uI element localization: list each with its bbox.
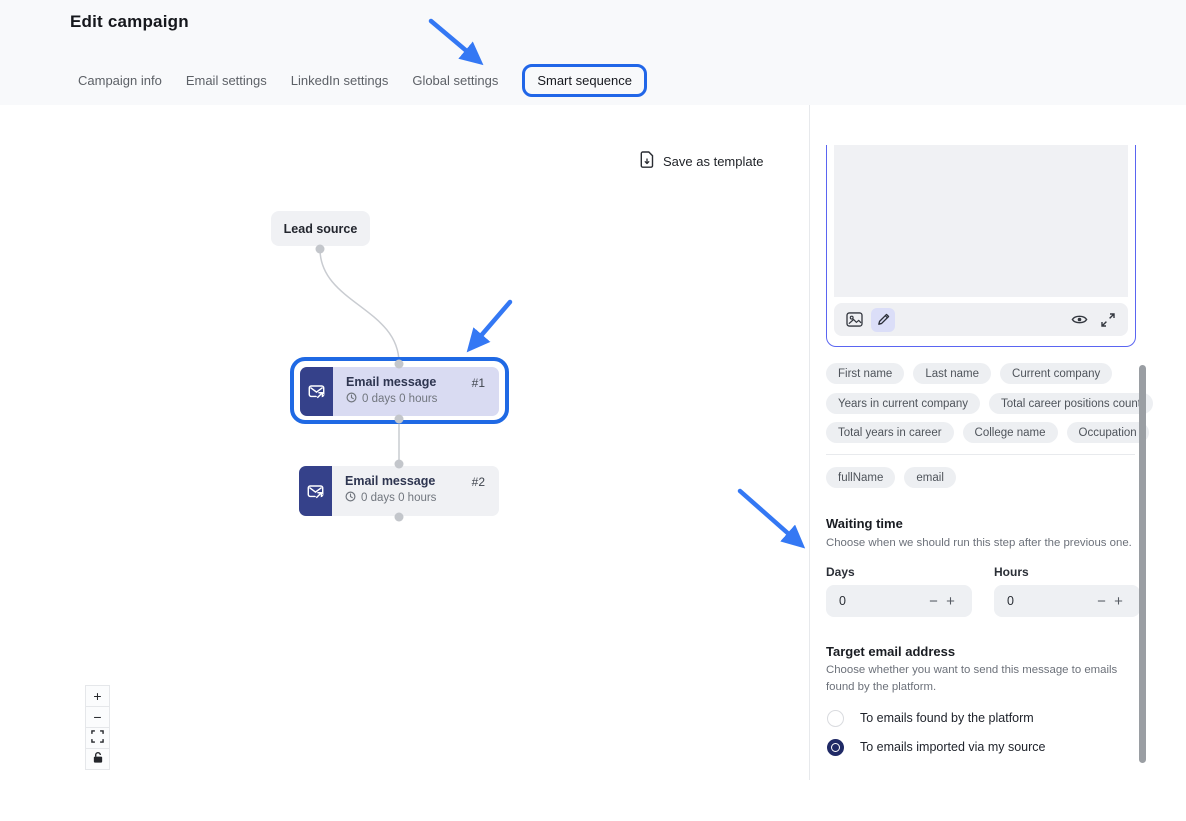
page-title: Edit campaign [70,12,189,32]
insert-image-button[interactable] [842,308,866,332]
step-node-body: Email message 0 days 0 hours #2 [332,466,499,516]
clock-icon [345,491,356,505]
hours-value: 0 [1007,594,1093,608]
panel-divider [809,105,810,780]
variable-chip[interactable]: Last name [913,363,991,384]
clock-icon [346,392,357,406]
save-template-icon [640,151,654,171]
plus-icon: + [93,688,101,704]
editor-toolbar [834,303,1128,336]
save-as-template-button[interactable]: Save as template [640,151,763,171]
variable-chip[interactable]: Current company [1000,363,1112,384]
days-increment-button[interactable]: + [942,593,959,610]
connection-handle[interactable] [395,360,404,369]
smart-sequence-page: Edit campaign Campaign info Email setting… [0,0,1186,821]
step-node-body: Email message 0 days 0 hours #1 [333,367,499,416]
hours-decrement-button[interactable]: − [1093,593,1110,610]
message-editor-card [826,145,1136,347]
days-label: Days [826,565,855,579]
lead-source-node[interactable]: Lead source [271,211,370,246]
edit-text-button[interactable] [871,308,895,332]
variable-chip-row: Years in current company Total career pos… [826,393,1153,414]
connection-handle[interactable] [395,415,404,424]
connection-handle[interactable] [316,245,325,254]
lead-source-label: Lead source [284,222,358,236]
lock-button[interactable] [85,748,110,770]
save-as-template-label: Save as template [663,154,763,169]
annotation-arrow-node [479,302,510,338]
fit-view-icon [91,730,104,746]
step-index-badge: #2 [472,475,485,489]
hours-increment-button[interactable]: + [1110,593,1127,610]
days-stepper[interactable]: 0 − + [826,585,972,617]
message-editor-area[interactable] [834,145,1128,297]
chips-divider [826,454,1135,455]
lock-icon [92,751,104,767]
connection-handle[interactable] [395,460,404,469]
variable-chip[interactable]: Total years in career [826,422,954,443]
hours-stepper[interactable]: 0 − + [994,585,1140,617]
tab-campaign-info[interactable]: Campaign info [78,73,162,88]
fit-view-button[interactable] [85,727,110,749]
radio-option-label: To emails found by the platform [860,711,1034,725]
variable-chip[interactable]: Total career positions count [989,393,1153,414]
variable-chip-row: Total years in career College name Occupat… [826,422,1149,443]
annotation-arrow-panel [740,491,791,536]
step-timing: 0 days 0 hours [361,492,436,504]
connection-handle[interactable] [395,513,404,522]
page-header: Edit campaign Campaign info Email setting… [0,0,1186,105]
tab-smart-sequence[interactable]: Smart sequence [522,64,647,97]
waiting-time-title: Waiting time [826,516,903,531]
variable-chip-row: First name Last name Current company [826,363,1112,384]
target-email-title: Target email address [826,644,955,659]
variable-chip[interactable]: College name [963,422,1058,443]
target-email-description: Choose whether you want to send this mes… [826,662,1142,696]
variable-chip[interactable]: Years in current company [826,393,980,414]
preview-eye-button[interactable] [1067,308,1091,332]
variable-chip[interactable]: Occupation [1067,422,1149,443]
radio-option-imported-emails[interactable]: To emails imported via my source [827,737,1045,757]
radio-unselected-icon[interactable] [827,710,844,727]
variable-chip[interactable]: First name [826,363,904,384]
tab-linkedin-settings[interactable]: LinkedIn settings [291,73,389,88]
email-send-icon [299,466,332,516]
variable-chip[interactable]: fullName [826,467,895,488]
tab-global-settings[interactable]: Global settings [412,73,498,88]
hours-label: Hours [994,565,1029,579]
days-decrement-button[interactable]: − [925,593,942,610]
tab-bar: Campaign info Email settings LinkedIn sett… [78,62,647,98]
email-send-icon [300,367,333,416]
tab-email-settings[interactable]: Email settings [186,73,267,88]
email-step-node-1[interactable]: Email message 0 days 0 hours #1 [300,367,499,416]
radio-selected-icon[interactable] [827,739,844,756]
step-index-badge: #1 [472,376,485,390]
days-value: 0 [839,594,925,608]
zoom-in-button[interactable]: + [85,685,110,707]
panel-scrollbar-thumb[interactable] [1139,365,1146,763]
radio-option-label: To emails imported via my source [860,740,1045,754]
flow-connectors [0,0,810,700]
expand-editor-button[interactable] [1096,308,1120,332]
email-step-node-2[interactable]: Email message 0 days 0 hours #2 [299,466,499,516]
waiting-time-description: Choose when we should run this step afte… [826,535,1144,552]
radio-option-platform-emails[interactable]: To emails found by the platform [827,708,1034,728]
custom-chips: fullName email [826,467,956,488]
minus-icon: − [93,709,101,725]
variable-chip[interactable]: email [904,467,955,488]
canvas-zoom-controls: + − [85,686,110,770]
zoom-out-button[interactable]: − [85,706,110,728]
step-timing: 0 days 0 hours [362,393,437,405]
